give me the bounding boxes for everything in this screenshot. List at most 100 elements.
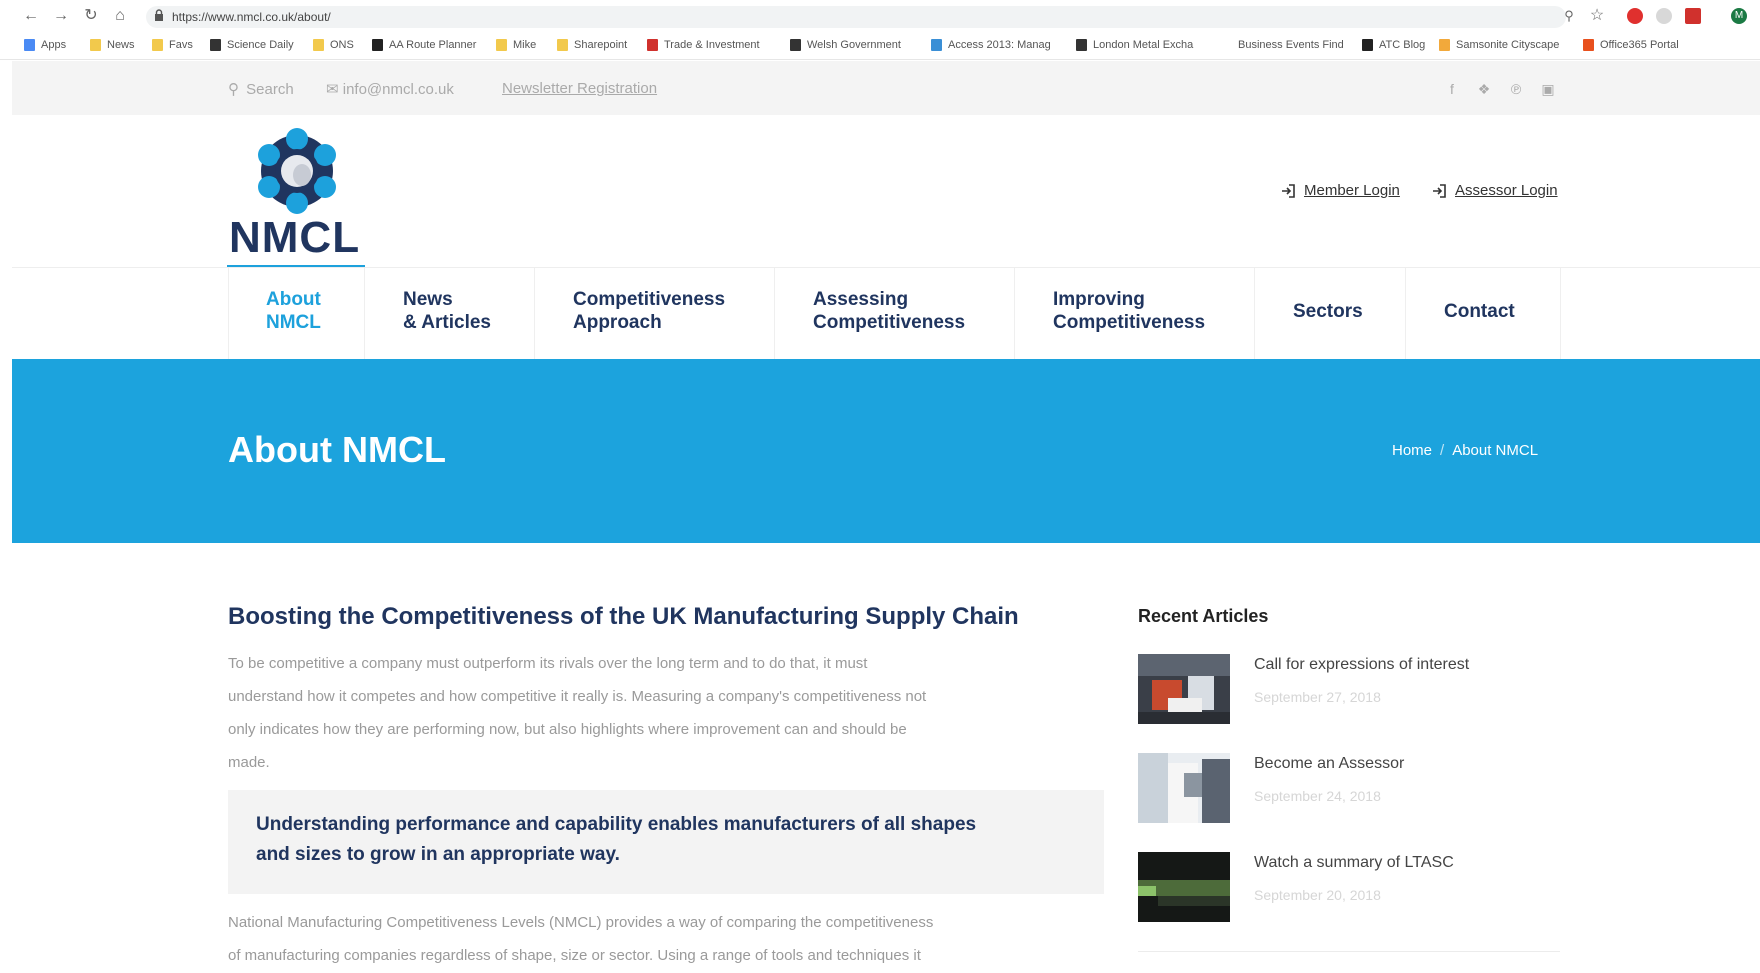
nav-divider [774,268,775,360]
globe-icon [931,39,942,51]
article-date: September 27, 2018 [1254,689,1381,705]
sd-icon [210,39,221,51]
nav-item-line: Competitiveness [813,312,966,333]
bookmark-item[interactable]: Favs [152,39,193,51]
bookmark-label: Science Daily [227,39,294,51]
nav-item-line: Competitiveness [573,289,726,310]
bookmark-label: ONS [330,39,354,51]
star-bookmark-icon[interactable]: ☆ [1588,7,1606,25]
article-title-link[interactable]: Call for expressions of interest [1254,656,1469,674]
bookmark-item[interactable]: Mike [496,39,536,51]
bookmark-item[interactable]: Sharepoint [557,39,627,51]
facebook-icon[interactable]: f [1443,80,1461,98]
article-title-link[interactable]: Watch a summary of LTASC [1254,854,1454,872]
nav-item-assessing[interactable]: Assessing Competitiveness [813,288,965,334]
nav-item-sectors[interactable]: Sectors [1293,300,1363,323]
bookmark-item[interactable]: London Metal Excha [1076,39,1193,51]
nav-divider [1014,268,1015,360]
bookmark-label: London Metal Excha [1093,39,1194,51]
bookmark-item[interactable]: Office365 Portal [1583,39,1679,51]
logo-wordmark[interactable]: NMCL [229,213,360,263]
nav-item-line: NMCL [266,312,321,333]
article-thumbnail-video[interactable] [1138,852,1230,922]
email-link[interactable]: info@nmcl.co.uk [343,81,454,98]
bookmark-item[interactable]: Science Daily [210,39,294,51]
nav-item-news[interactable]: News & Articles [403,288,491,334]
bookmark-item[interactable]: ATC Blog [1362,39,1425,51]
bookmark-label: Office365 Portal [1600,39,1679,51]
article-title-link[interactable]: Become an Assessor [1254,755,1404,773]
nav-item-improving[interactable]: Improving Competitiveness [1053,288,1205,334]
bookmark-item[interactable]: Welsh Government [790,39,901,51]
folder-icon [90,39,101,51]
bookmark-item[interactable]: Access 2013: Manag [931,39,1051,51]
member-login-link[interactable]: Member Login [1280,182,1400,199]
bookmark-label: Business Events Find [1238,39,1344,51]
nav-divider [364,268,365,360]
nav-item-about[interactable]: About NMCL [266,288,321,334]
nav-divider [1405,268,1406,360]
extension-icon[interactable] [1656,8,1672,24]
paragraph-line: To be competitive a company must outperf… [228,655,868,672]
folder-icon [152,39,163,51]
reload-icon[interactable]: ↻ [82,7,100,25]
envelope-icon: ✉ [326,81,339,98]
bookmark-label: Mike [513,39,537,51]
bookmark-item[interactable]: Apps [24,39,66,51]
apps-grid-icon [24,39,35,51]
dragon-icon [647,39,658,51]
bookmark-item[interactable]: Samsonite Cityscape [1439,39,1559,51]
login-icon [1433,183,1446,198]
nav-item-line: Sectors [1293,301,1363,322]
aa-icon [372,39,383,51]
folder-icon [557,39,568,51]
instagram-icon[interactable]: ▣ [1539,80,1557,98]
newsletter-link[interactable]: Newsletter Registration [502,80,657,97]
browser-toolbar: ← → ↻ ⌂ https://www.nmcl.co.uk/about/ ⚲ … [0,0,1760,32]
url-text[interactable]: https://www.nmcl.co.uk/about/ [172,10,331,24]
adblock-extension-icon[interactable] [1627,8,1643,24]
bookmark-item[interactable]: Trade & Investment [647,39,760,51]
article-date: September 24, 2018 [1254,788,1381,804]
folder-icon [313,39,324,51]
paragraph-line: only indicates how they are performing n… [228,721,907,738]
bookmark-item[interactable]: AA Route Planner [372,39,476,51]
breadcrumb-home-link[interactable]: Home [1392,442,1432,459]
quote-line: Understanding performance and capability… [256,814,977,835]
home-icon[interactable]: ⌂ [111,7,129,25]
paragraph-line: understand how it competes and how compe… [228,688,927,705]
bookmark-item[interactable]: ONS [313,39,354,51]
assessor-login-label: Assessor Login [1455,182,1558,199]
samsonite-icon [1439,39,1450,51]
nav-item-contact[interactable]: Contact [1444,300,1515,323]
bookmark-item[interactable]: Business Events Find [1238,39,1344,51]
sidebar-divider [1138,951,1560,952]
twitter-icon[interactable]: ❖ [1475,80,1493,98]
nav-item-competitiveness-approach[interactable]: Competitiveness Approach [573,288,725,334]
forward-arrow-icon[interactable]: → [52,7,70,25]
topbar-email[interactable]: ✉ info@nmcl.co.uk [326,80,454,98]
nmcl-logo-icon[interactable] [229,126,366,221]
pinterest-icon[interactable]: ℗ [1507,80,1525,98]
back-arrow-icon[interactable]: ← [22,7,40,25]
article-thumbnail-factory[interactable] [1138,654,1230,724]
address-bar[interactable] [146,6,1566,28]
profile-avatar[interactable]: M [1731,8,1747,24]
article-thumbnail-assessor[interactable] [1138,753,1230,823]
atc-icon [1362,39,1373,51]
bookmark-item[interactable]: News [90,39,135,51]
bookmark-label: Trade & Investment [664,39,760,51]
nav-item-line: Assessing [813,289,909,310]
breadcrumb-current: About NMCL [1452,442,1539,459]
topbar-search[interactable]: ⚲ Search [228,80,294,98]
pdf-extension-icon[interactable] [1685,8,1701,24]
folder-icon [496,39,507,51]
paragraph-line: of manufacturing companies regardless of… [228,947,921,964]
nav-item-line: Approach [573,312,662,333]
nav-item-line: & Articles [403,312,491,333]
page-title: About NMCL [228,429,446,470]
nav-divider [228,268,229,360]
zoom-icon[interactable]: ⚲ [1560,7,1578,25]
search-label: Search [246,81,294,98]
assessor-login-link[interactable]: Assessor Login [1431,182,1558,199]
